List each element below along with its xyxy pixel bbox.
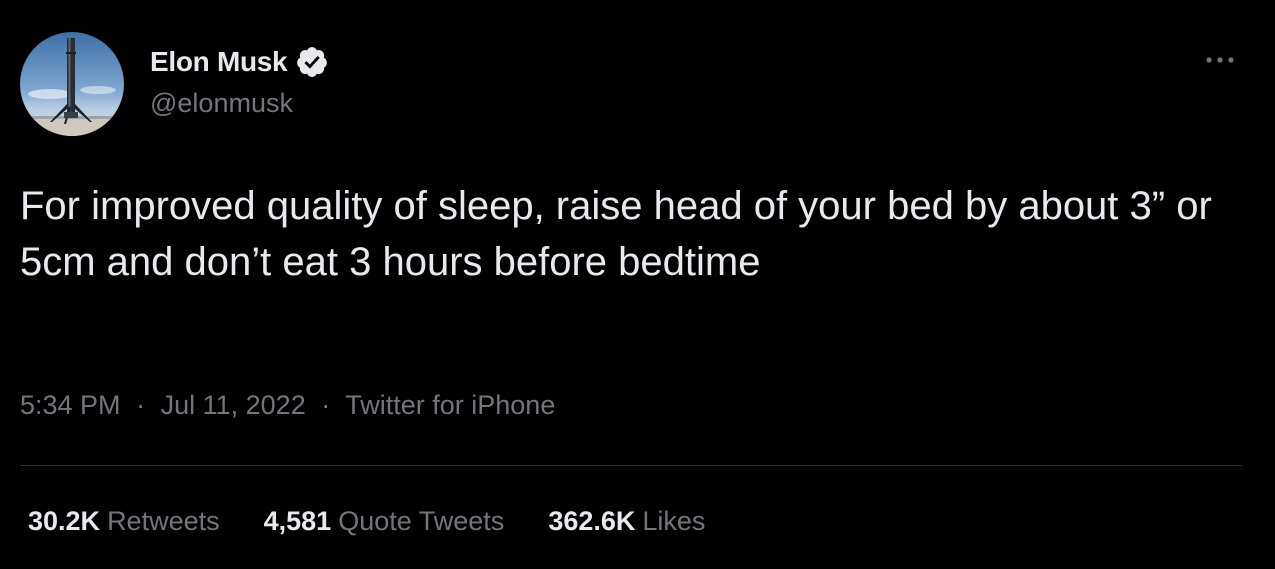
meta-separator: · — [136, 390, 146, 420]
divider — [20, 465, 1242, 466]
author-row: Elon Musk — [150, 44, 329, 80]
tweet-card: Elon Musk @elonmusk For improved quality… — [0, 0, 1275, 569]
tweet-text: For improved quality of sleep, raise hea… — [20, 184, 1212, 284]
likes-count: 362.6K — [548, 506, 636, 536]
rocket-landing-photo-icon — [20, 32, 124, 136]
quote-tweets-stat[interactable]: 4,581 Quote Tweets — [264, 506, 505, 537]
more-options-icon[interactable] — [1198, 46, 1242, 74]
display-name[interactable]: Elon Musk — [150, 46, 288, 78]
avatar[interactable] — [20, 32, 124, 136]
likes-label: Likes — [642, 506, 706, 536]
quote-tweets-count: 4,581 — [263, 506, 332, 536]
likes-stat[interactable]: 362.6K Likes — [548, 506, 705, 537]
tweet-date[interactable]: Jul 11, 2022 — [161, 390, 306, 420]
tweet-meta: 5:34 PM · Jul 11, 2022 · Twitter for iPh… — [20, 390, 555, 421]
handle[interactable]: @elonmusk — [150, 88, 293, 119]
retweets-count: 30.2K — [28, 506, 101, 536]
quote-tweets-label: Quote Tweets — [338, 506, 505, 536]
verified-badge-icon — [295, 45, 329, 79]
meta-separator: · — [321, 390, 331, 420]
engagement-stats: 30.2K Retweets 4,581 Quote Tweets 362.6K Li… — [28, 506, 705, 537]
tweet-source[interactable]: Twitter for iPhone — [345, 390, 555, 420]
tweet-time[interactable]: 5:34 PM — [20, 390, 121, 420]
retweets-stat[interactable]: 30.2K Retweets — [28, 506, 220, 537]
retweets-label: Retweets — [107, 506, 220, 536]
